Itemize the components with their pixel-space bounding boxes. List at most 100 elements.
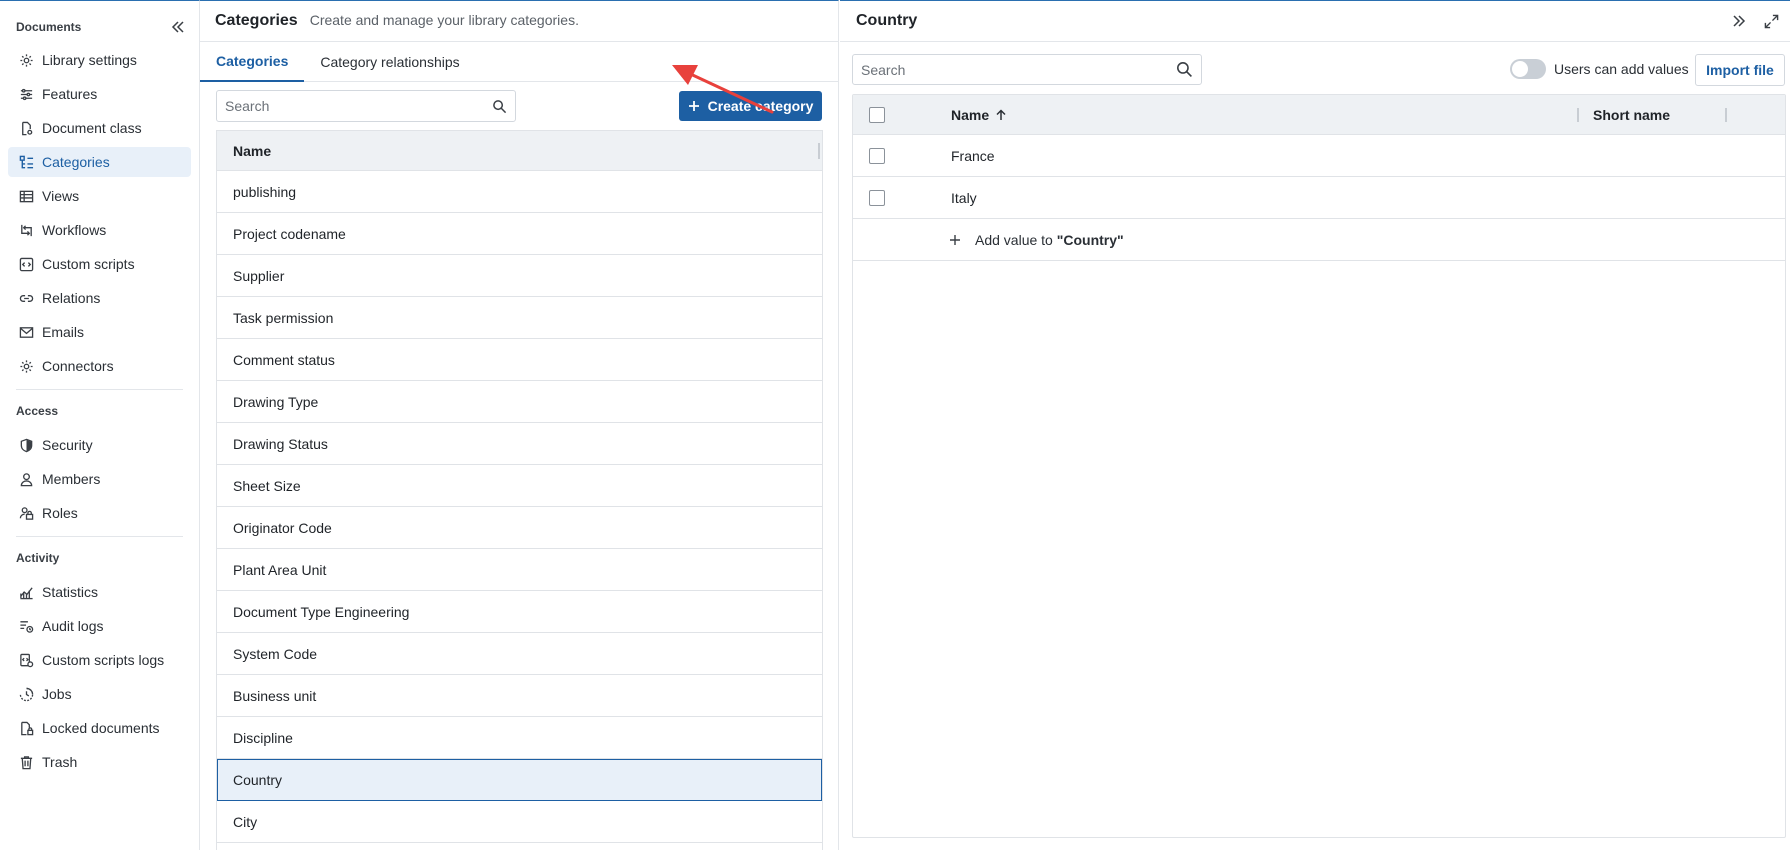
table-row[interactable]: Sheet Size — [217, 465, 822, 507]
table-row[interactable]: City — [217, 801, 822, 843]
expand-icon[interactable] — [1762, 12, 1780, 30]
sidebar-item-document-class[interactable]: Document class — [8, 113, 191, 143]
sidebar-item-roles[interactable]: Roles — [8, 498, 191, 528]
code-icon — [18, 256, 34, 272]
panel-controls — [1730, 12, 1780, 30]
table-header-name[interactable]: Name — [217, 131, 822, 171]
column-header-label: Name — [951, 107, 990, 123]
table-row[interactable]: System Code — [217, 633, 822, 675]
sort-ascending-icon[interactable] — [995, 109, 1007, 121]
table-row[interactable]: Business unit — [217, 675, 822, 717]
create-category-button[interactable]: Create category — [679, 91, 822, 121]
sidebar-item-custom-scripts-logs[interactable]: Custom scripts logs — [8, 645, 191, 675]
table-row[interactable] — [217, 843, 822, 850]
sidebar-item-trash[interactable]: Trash — [8, 747, 191, 777]
sidebar-item-label: Trash — [42, 754, 78, 770]
sidebar-item-jobs[interactable]: Jobs — [8, 679, 191, 709]
sidebar-item-members[interactable]: Members — [8, 464, 191, 494]
document-gear-icon — [18, 120, 34, 136]
table-row[interactable]: publishing — [217, 171, 822, 213]
table-row[interactable]: Originator Code — [217, 507, 822, 549]
category-search-box[interactable] — [216, 90, 516, 122]
table-row[interactable]: Project codename — [217, 213, 822, 255]
table-row-selected[interactable]: Country — [217, 759, 822, 801]
values-search-input[interactable] — [861, 61, 1101, 78]
add-value-target: "Country" — [1056, 232, 1124, 248]
audit-icon — [18, 618, 34, 634]
categories-table: Name publishing Project codename Supplie… — [216, 130, 823, 850]
locked-document-icon — [18, 720, 34, 736]
sidebar-header: Documents — [16, 18, 187, 36]
sidebar-item-label: Audit logs — [42, 618, 104, 634]
table-icon — [18, 188, 34, 204]
tab-categories[interactable]: Categories — [200, 42, 305, 82]
workflow-icon — [18, 222, 34, 238]
table-row[interactable]: Drawing Type — [217, 381, 822, 423]
sidebar-item-library-settings[interactable]: Library settings — [8, 45, 191, 75]
tab-bar: Categories Category relationships — [200, 42, 838, 82]
script-log-icon — [18, 652, 34, 668]
sidebar-item-audit-logs[interactable]: Audit logs — [8, 611, 191, 641]
table-row[interactable]: Task permission — [217, 297, 822, 339]
page-subtitle: Create and manage your library categorie… — [309, 12, 579, 28]
sidebar-item-emails[interactable]: Emails — [8, 317, 191, 347]
section-title-documents: Documents — [16, 20, 82, 34]
sidebar-item-connectors[interactable]: Connectors — [8, 351, 191, 381]
category-search-input[interactable] — [225, 98, 465, 114]
row-checkbox[interactable] — [869, 148, 885, 164]
values-table-header: Name Short name — [853, 95, 1785, 135]
sidebar-item-label: Features — [42, 86, 98, 102]
detail-title: Country — [856, 12, 918, 29]
sidebar-item-statistics[interactable]: Statistics — [8, 577, 191, 607]
sidebar-item-locked-documents[interactable]: Locked documents — [8, 713, 191, 743]
categories-panel: Categories Create and manage your librar… — [200, 0, 839, 850]
users-can-add-values-toggle-group: Users can add values — [1510, 59, 1689, 79]
search-icon[interactable] — [1176, 61, 1193, 78]
sidebar-item-categories[interactable]: Categories — [8, 147, 191, 177]
link-icon — [18, 290, 34, 306]
table-row[interactable]: Plant Area Unit — [217, 549, 822, 591]
column-resize-handle[interactable] — [1577, 108, 1579, 122]
table-row[interactable]: Supplier — [217, 255, 822, 297]
import-file-button[interactable]: Import file — [1695, 54, 1785, 86]
table-row[interactable]: Comment status — [217, 339, 822, 381]
section-title-access: Access — [16, 404, 59, 418]
table-row[interactable]: Italy — [853, 177, 1785, 219]
person-icon — [18, 471, 34, 487]
table-row[interactable]: France — [853, 135, 1785, 177]
sliders-icon — [18, 86, 34, 102]
search-icon[interactable] — [492, 99, 507, 114]
collapse-sidebar-icon[interactable] — [169, 18, 187, 36]
sidebar-item-relations[interactable]: Relations — [8, 283, 191, 313]
column-resize-handle[interactable] — [1725, 108, 1727, 122]
column-header-short-name[interactable]: Short name — [1593, 107, 1670, 123]
select-all-checkbox[interactable] — [869, 107, 885, 123]
table-row[interactable]: Document Type Engineering — [217, 591, 822, 633]
page-header: Categories Create and manage your librar… — [215, 12, 579, 34]
sidebar-item-features[interactable]: Features — [8, 79, 191, 109]
value-name: Italy — [951, 190, 977, 206]
users-can-add-values-toggle[interactable] — [1510, 59, 1546, 79]
activity-nav: Statistics Audit logs Custom scripts log… — [8, 577, 191, 781]
sidebar-item-security[interactable]: Security — [8, 430, 191, 460]
sidebar-divider — [16, 389, 183, 390]
sidebar-item-label: Custom scripts — [42, 256, 135, 272]
row-checkbox[interactable] — [869, 190, 885, 206]
sidebar-item-label: Views — [42, 188, 80, 204]
gear-icon — [18, 358, 34, 374]
add-value-label: Add value to "Country" — [975, 232, 1124, 248]
values-search-box[interactable] — [852, 54, 1202, 85]
sidebar-item-custom-scripts[interactable]: Custom scripts — [8, 249, 191, 279]
tab-category-relationships[interactable]: Category relationships — [304, 42, 475, 82]
table-row[interactable]: Drawing Status — [217, 423, 822, 465]
column-header-name[interactable]: Name — [951, 107, 1007, 123]
column-resize-handle[interactable] — [818, 143, 820, 159]
sidebar-item-workflows[interactable]: Workflows — [8, 215, 191, 245]
table-row[interactable]: Discipline — [217, 717, 822, 759]
values-table: Name Short name France Italy Add value t… — [852, 94, 1786, 838]
collapse-panel-icon[interactable] — [1730, 12, 1748, 30]
sidebar-item-label: Custom scripts logs — [42, 652, 165, 668]
add-value-row[interactable]: Add value to "Country" — [853, 219, 1785, 261]
sidebar-item-views[interactable]: Views — [8, 181, 191, 211]
sidebar-item-label: Security — [42, 437, 93, 453]
